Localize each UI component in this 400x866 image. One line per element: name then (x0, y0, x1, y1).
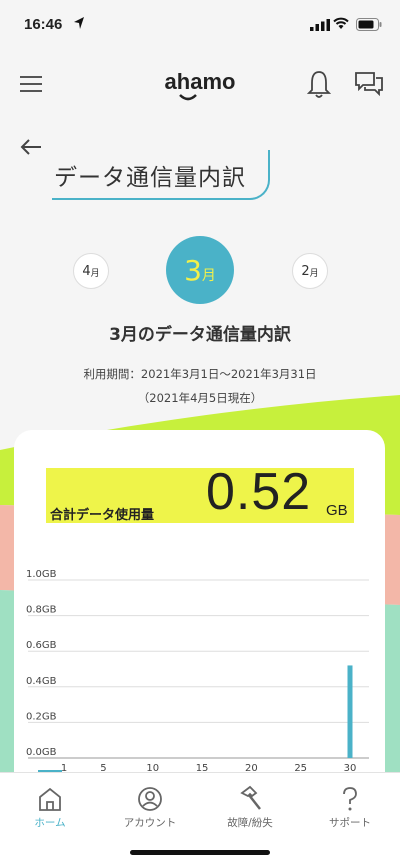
tab-repair-label: 故障/紛失 (227, 817, 273, 829)
notification-bell-icon[interactable] (307, 69, 331, 99)
chart-bar (347, 665, 353, 758)
back-arrow-icon[interactable] (20, 138, 42, 156)
month-current-unit: 月 (201, 268, 216, 284)
tab-support-label: サポート (329, 817, 371, 829)
page-title-container: データ通信量内訳 (52, 150, 270, 200)
status-time: 16:46 (24, 16, 63, 33)
battery-icon (356, 18, 382, 31)
location-arrow-icon (74, 17, 84, 29)
month-next-number: 2 (301, 263, 310, 279)
tab-support[interactable]: サポート (300, 773, 400, 843)
cellular-signal-icon (310, 19, 330, 31)
chat-icon[interactable] (354, 71, 384, 97)
ahamo-logo: ahamo (165, 69, 236, 101)
hammer-icon (240, 785, 261, 810)
month-next-button[interactable]: 2月 (292, 253, 328, 289)
tab-repair[interactable]: 故障/紛失 (200, 773, 300, 843)
month-current: 3月 (166, 236, 234, 304)
logo-text: ahamo (165, 69, 236, 94)
section-title: 3月のデータ通信量内訳 (109, 325, 291, 345)
chart-y-tick-label: 0.2GB (26, 711, 57, 722)
chart-y-tick-label: 0.6GB (26, 640, 57, 651)
question-icon (343, 787, 357, 811)
hamburger-menu-icon[interactable] (20, 75, 42, 93)
app-header: ahamo (0, 55, 400, 115)
chart-y-tick-label: 0.0GB (26, 747, 57, 758)
month-current-number: 3 (184, 253, 202, 287)
month-prev-button[interactable]: 4月 (73, 253, 109, 289)
tab-home-label: ホーム (34, 817, 66, 829)
daily-usage-chart: 0.0GB0.2GB0.4GB0.6GB0.8GB1.0GB1 5 10 15 20 25… (26, 569, 369, 774)
usage-card: 合計データ使用量 0.52 GB 0.0GB 0.2GB 0.4GB 0.6GB 0.8… (14, 430, 385, 800)
wifi-icon (333, 17, 349, 29)
home-icon (39, 787, 61, 811)
tab-account[interactable]: アカウント (100, 773, 200, 843)
month-next-unit: 月 (309, 269, 319, 279)
page-title: データ通信量内訳 (54, 165, 246, 191)
account-icon (138, 787, 162, 811)
chart-y-tick-label: 1.0GB (26, 569, 57, 580)
tab-home[interactable]: ホーム (0, 773, 100, 843)
usage-period: 利用期間：2021年3月1日〜2021年3月31日 (83, 367, 317, 381)
month-prev-unit: 月 (90, 269, 100, 279)
chart-y-tick-label: 0.4GB (26, 676, 57, 687)
chart-y-tick-label: 0.8GB (26, 605, 57, 616)
status-bar: 16:46 (0, 0, 400, 50)
home-indicator (130, 850, 270, 855)
tab-account-label: アカウント (123, 817, 177, 829)
month-prev-number: 4 (82, 263, 91, 279)
